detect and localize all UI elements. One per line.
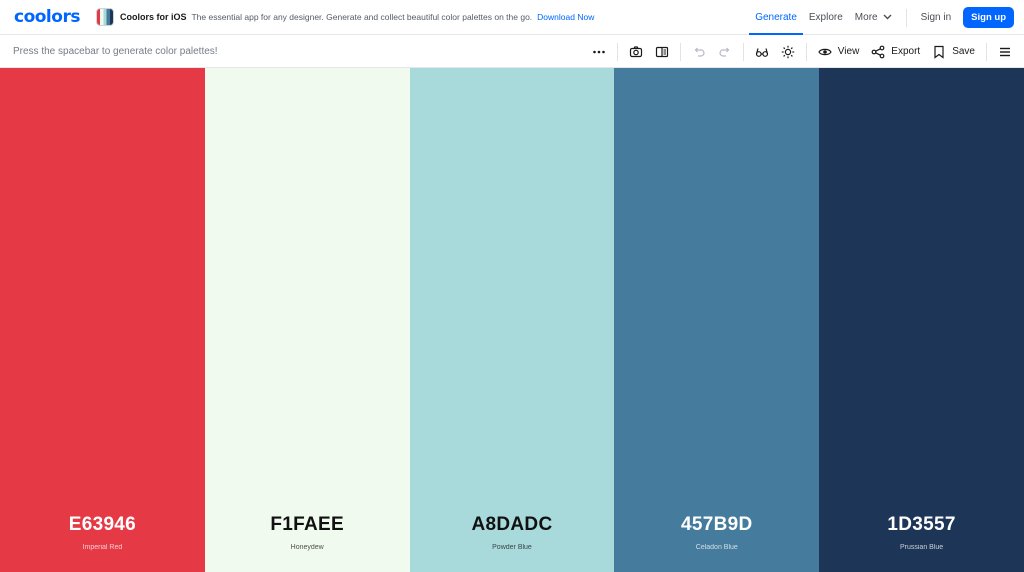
glasses-icon — [755, 45, 769, 59]
promo-title: Coolors for iOS — [119, 12, 187, 22]
color-palette: E63946 Imperial Red F1FAEE Honeydew A8DA… — [0, 68, 1024, 572]
swatch-color-name[interactable]: Honeydew — [205, 544, 410, 551]
redo-icon — [718, 45, 732, 59]
undo-icon — [692, 45, 706, 59]
spacebar-hint: Press the spacebar to generate color pal… — [13, 45, 218, 57]
nav-more-label: More — [854, 12, 878, 23]
swatch-color-name[interactable]: Prussian Blue — [819, 544, 1024, 551]
camera-icon — [629, 45, 643, 59]
toolbar-divider — [986, 42, 987, 61]
nav-generate[interactable]: Generate — [749, 0, 803, 35]
toolbar-divider — [742, 42, 744, 61]
more-horizontal-icon — [592, 45, 606, 59]
swatch-color-name[interactable]: Imperial Red — [0, 544, 205, 551]
color-swatch[interactable]: A8DADC Powder Blue — [409, 68, 615, 572]
swatch-hex-code[interactable]: 457B9D — [614, 514, 819, 536]
eye-icon — [818, 45, 832, 59]
menu-button[interactable] — [992, 35, 1024, 68]
toolbar-actions: View Export Save — [586, 35, 1024, 68]
color-swatch[interactable]: E63946 Imperial Red — [0, 68, 205, 572]
ios-app-icon — [95, 8, 114, 26]
color-blindness-button[interactable] — [749, 35, 775, 68]
hamburger-menu-icon — [998, 45, 1012, 59]
swatch-hex-code[interactable]: 1D3557 — [819, 514, 1024, 536]
nav-divider — [905, 8, 907, 27]
save-label: Save — [952, 46, 975, 57]
nav-explore[interactable]: Explore — [803, 0, 849, 35]
sign-up-button[interactable]: Sign up — [963, 7, 1014, 28]
swatch-hex-code[interactable]: F1FAEE — [205, 514, 410, 536]
share-icon — [871, 45, 885, 59]
save-button[interactable]: Save — [926, 35, 981, 68]
adjust-brightness-button[interactable] — [775, 35, 801, 68]
top-navbar: coolors Coolors for iOS The essential ap… — [0, 0, 1024, 35]
download-now-link[interactable]: Download Now — [537, 12, 594, 22]
color-swatch[interactable]: F1FAEE Honeydew — [204, 68, 410, 572]
undo-button[interactable] — [686, 35, 712, 68]
view-button[interactable]: View — [812, 35, 866, 68]
color-swatch[interactable]: 457B9D Celadon Blue — [614, 68, 820, 572]
color-swatch[interactable]: 1D3557 Prussian Blue — [819, 68, 1024, 572]
toolbar-divider — [805, 42, 807, 61]
swatch-hex-code[interactable]: A8DADC — [410, 514, 615, 536]
camera-button[interactable] — [623, 35, 649, 68]
layout-icon — [655, 45, 669, 59]
toolbar-divider — [679, 42, 681, 61]
toolbar-divider — [616, 42, 618, 61]
sign-in-link[interactable]: Sign in — [915, 0, 958, 35]
main-nav: Generate Explore More Sign in Sign up — [749, 0, 1024, 35]
layout-button[interactable] — [649, 35, 675, 68]
swatch-hex-code[interactable]: E63946 — [0, 514, 205, 536]
view-label: View — [837, 46, 860, 57]
nav-more[interactable]: More — [849, 0, 898, 35]
sun-icon — [781, 45, 795, 59]
ios-promo: Coolors for iOS The essential app for an… — [95, 8, 594, 26]
chevron-down-icon — [883, 13, 892, 22]
coolors-logo[interactable]: coolors — [14, 7, 80, 27]
palette-toolbar: Press the spacebar to generate color pal… — [0, 35, 1024, 68]
bookmark-icon — [932, 45, 946, 59]
promo-text: The essential app for any designer. Gene… — [191, 12, 533, 22]
redo-button[interactable] — [712, 35, 738, 68]
swatch-color-name[interactable]: Powder Blue — [410, 544, 615, 551]
export-button[interactable]: Export — [865, 35, 926, 68]
export-label: Export — [891, 46, 921, 57]
more-options-button[interactable] — [586, 35, 612, 68]
swatch-color-name[interactable]: Celadon Blue — [614, 544, 819, 551]
